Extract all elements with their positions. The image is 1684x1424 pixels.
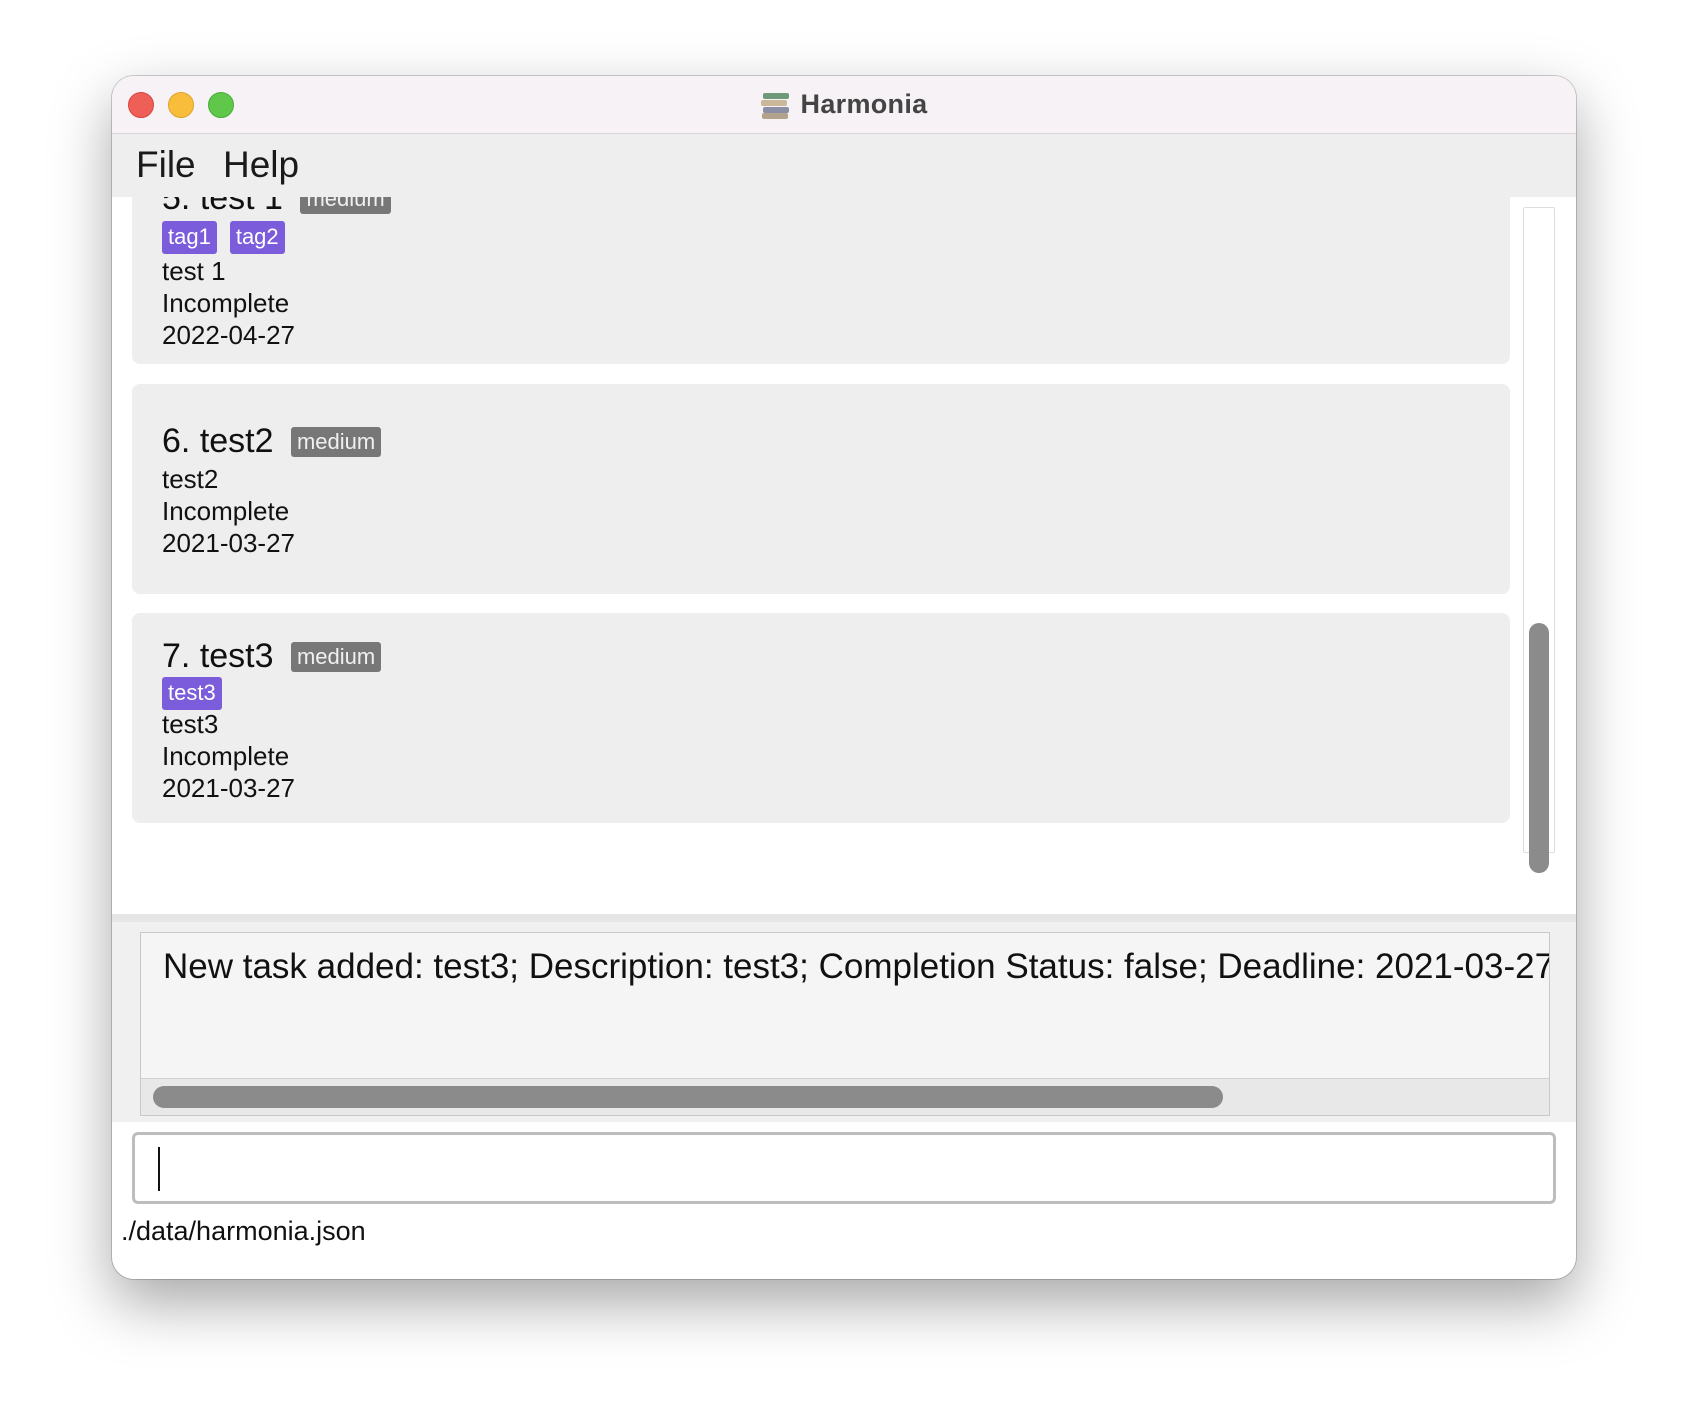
task-index: 5. — [162, 197, 191, 217]
priority-badge: medium — [290, 427, 382, 457]
task-deadline: 2021-03-27 — [162, 528, 295, 558]
menu-help[interactable]: Help — [223, 144, 299, 186]
text-caret — [158, 1147, 160, 1191]
task-status: Incomplete — [162, 741, 290, 771]
task-list-scroll-thumb[interactable] — [1529, 623, 1549, 873]
task-card[interactable]: 7. test3 medium test3 test3 Incomplete 2… — [132, 613, 1510, 823]
task-name: test2 — [199, 422, 274, 460]
priority-badge: medium — [290, 642, 382, 672]
result-message: New task added: test3; Description: test… — [163, 947, 1550, 986]
app-books-icon — [760, 91, 791, 119]
tag-badge: tag2 — [229, 221, 285, 254]
app-window: Harmonia File Help 5. test 1 medium tag1… — [112, 76, 1576, 1279]
task-name: test 1 — [199, 197, 283, 217]
task-description: test 1 — [162, 256, 226, 286]
task-deadline: 2022-04-27 — [162, 320, 295, 350]
split-divider[interactable] — [112, 914, 1576, 922]
task-list[interactable]: 5. test 1 medium tag1 tag2 test 1 Incomp… — [112, 197, 1576, 915]
tag-list: test3 — [162, 677, 222, 710]
window-title-group: Harmonia — [112, 76, 1576, 133]
tag-badge: tag1 — [162, 221, 217, 254]
task-title: 7. test3 medium — [162, 637, 382, 676]
command-panel — [112, 1122, 1576, 1216]
title-bar: Harmonia — [112, 76, 1576, 134]
menu-file[interactable]: File — [136, 144, 196, 186]
tag-badge: test3 — [162, 677, 222, 710]
result-display[interactable]: New task added: test3; Description: test… — [140, 932, 1550, 1116]
result-panel: New task added: test3; Description: test… — [112, 922, 1576, 1122]
window-title: Harmonia — [800, 89, 928, 119]
task-title: 5. test 1 medium — [162, 197, 391, 218]
command-input[interactable] — [132, 1132, 1556, 1204]
task-deadline: 2021-03-27 — [162, 773, 295, 803]
task-status: Incomplete — [162, 288, 290, 318]
task-card[interactable]: 5. test 1 medium tag1 tag2 test 1 Incomp… — [132, 197, 1510, 364]
result-scroll-thumb[interactable] — [153, 1086, 1223, 1108]
result-scrollbar[interactable] — [141, 1078, 1549, 1115]
task-title: 6. test2 medium — [162, 422, 382, 461]
task-list-scrollbar[interactable] — [1523, 207, 1555, 873]
task-description: test2 — [162, 464, 219, 494]
task-card[interactable]: 6. test2 medium test2 Incomplete 2021-03… — [132, 384, 1510, 594]
task-index: 7. — [162, 637, 191, 675]
task-name: test3 — [199, 637, 274, 675]
task-status: Incomplete — [162, 496, 290, 526]
priority-badge: medium — [300, 197, 391, 214]
task-index: 6. — [162, 422, 191, 460]
tag-list: tag1 tag2 — [162, 221, 285, 254]
task-description: test3 — [162, 709, 219, 739]
status-bar-path: ./data/harmonia.json — [121, 1216, 366, 1246]
menu-bar: File Help — [112, 134, 1576, 197]
